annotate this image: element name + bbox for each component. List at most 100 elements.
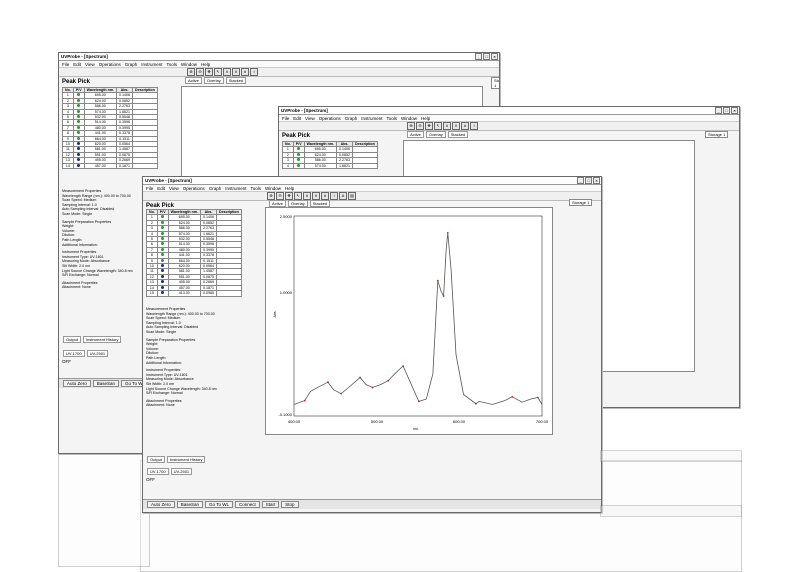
scale-icon[interactable]: ↕	[470, 122, 478, 130]
table-row[interactable]: 15 413.00 0.0965	[146, 290, 242, 297]
tab-active[interactable]: Active	[185, 77, 202, 84]
cursor-icon[interactable]: ↖	[214, 68, 222, 76]
zoom-icon[interactable]: ⊕	[407, 122, 415, 130]
valley-icon[interactable]: ∨	[232, 68, 240, 76]
column-header[interactable]: Wavelength nm.	[303, 141, 338, 148]
maximize-button[interactable]: □	[723, 107, 730, 114]
menu-file[interactable]: File	[146, 186, 153, 191]
menu-graph[interactable]: Graph	[209, 186, 222, 191]
minimize-button[interactable]: _	[577, 177, 584, 184]
table-row[interactable]: 4 574.00 1.6621	[282, 162, 378, 170]
menu-file[interactable]: File	[282, 116, 289, 121]
auto-zero-button[interactable]: Auto Zero	[63, 380, 91, 387]
print-icon[interactable]: ▤	[348, 192, 356, 200]
menu-edit[interactable]: Edit	[73, 62, 81, 67]
menu-tools[interactable]: Tools	[251, 186, 262, 191]
menu-operations[interactable]: Operations	[99, 62, 121, 67]
wavelength-cell: 413.00	[167, 290, 202, 297]
basesan-button[interactable]: BaseSan	[92, 380, 120, 387]
minimize-button[interactable]: _	[475, 53, 482, 60]
maximize-button[interactable]: □	[483, 53, 490, 60]
menu-graph[interactable]: Graph	[345, 116, 358, 121]
tab-stacked[interactable]: Stacked	[309, 200, 331, 207]
tab-overlay[interactable]: Overlay	[425, 131, 446, 138]
tab-uv1700[interactable]: UV-1700	[147, 468, 169, 475]
zoom-icon[interactable]: ⊕	[187, 68, 195, 76]
menu-window[interactable]: Window	[401, 116, 417, 121]
storage-button[interactable]: Storage 1	[491, 77, 499, 89]
scale-icon[interactable]: ↕	[250, 68, 258, 76]
valley-dot-icon	[72, 162, 85, 170]
column-header[interactable]: Description	[216, 209, 242, 216]
menu-tools[interactable]: Tools	[387, 116, 398, 121]
cursor-icon[interactable]: ↖	[434, 122, 442, 130]
zoom-out-icon[interactable]: ⊖	[416, 122, 424, 130]
tab-instrument-history[interactable]: Instrument History	[83, 336, 122, 343]
close-button[interactable]: ×	[731, 107, 738, 114]
menu-view[interactable]: View	[305, 116, 315, 121]
spectrum-graph[interactable]: 2.5000 1.0000 -0.1000 400.00 500.00 600.…	[265, 207, 553, 435]
menu-help[interactable]: Help	[201, 62, 210, 67]
start-button[interactable]: Start	[261, 501, 280, 508]
table-row[interactable]: 14 457.00 0.1871	[62, 162, 158, 170]
tab-stacked[interactable]: Stacked	[225, 77, 247, 84]
column-header[interactable]: Wavelength nm.	[83, 87, 118, 94]
column-header[interactable]: Description	[352, 141, 378, 148]
tab-overlay[interactable]: Overlay	[203, 77, 224, 84]
grid-icon[interactable]: #	[461, 122, 469, 130]
storage-button[interactable]: Storage 1	[569, 199, 593, 206]
menu-help[interactable]: Help	[421, 116, 430, 121]
grid-icon[interactable]: #	[241, 68, 249, 76]
peak-icon[interactable]: ∧	[223, 68, 231, 76]
spectrum-chart[interactable]: 2.5000 1.0000 -0.1000 400.00 500.00 600.…	[266, 208, 552, 434]
menu-window[interactable]: Window	[265, 186, 281, 191]
menu-help[interactable]: Help	[285, 186, 294, 191]
menu-instrument[interactable]: Instrument	[225, 186, 246, 191]
ghost-toolbar	[600, 505, 742, 517]
valley-icon[interactable]: ∨	[452, 122, 460, 130]
minimize-button[interactable]: _	[715, 107, 722, 114]
close-button[interactable]: ×	[491, 53, 498, 60]
tab-instrument-history[interactable]: Instrument History	[167, 456, 206, 463]
stop-button[interactable]: Stop	[281, 501, 299, 508]
zoom-out-icon[interactable]: ⊖	[196, 68, 204, 76]
tab-overlay[interactable]: Overlay	[287, 200, 308, 207]
column-header[interactable]: Description	[132, 87, 158, 94]
tab-active[interactable]: Active	[407, 131, 424, 138]
menu-graph[interactable]: Graph	[125, 62, 138, 67]
x-tick-label: 700.00	[536, 419, 549, 424]
tab-uv2501[interactable]: UV-2501	[170, 468, 193, 475]
tab-uv1700[interactable]: UV-1700	[63, 350, 85, 357]
peak-icon[interactable]: ∧	[443, 122, 451, 130]
auto-zero-button[interactable]: Auto Zero	[147, 501, 175, 508]
close-button[interactable]: ×	[593, 177, 600, 184]
menu-tools[interactable]: Tools	[167, 62, 178, 67]
menu-instrument[interactable]: Instrument	[141, 62, 162, 67]
menu-instrument[interactable]: Instrument	[361, 116, 382, 121]
menu-file[interactable]: File	[62, 62, 69, 67]
properties-panel-front: Measurement Properties Wavelength Range …	[143, 307, 264, 408]
menu-view[interactable]: View	[85, 62, 95, 67]
label-icon[interactable]: A	[339, 192, 347, 200]
maximize-button[interactable]: □	[585, 177, 592, 184]
menu-window[interactable]: Window	[181, 62, 197, 67]
tab-active[interactable]: Active	[269, 200, 286, 207]
ghost-toolbar	[600, 450, 742, 462]
basesan-button[interactable]: BaseSan	[176, 501, 204, 508]
pan-icon[interactable]: ✥	[425, 122, 433, 130]
menu-operations[interactable]: Operations	[183, 186, 205, 191]
valley-marker	[371, 386, 374, 389]
tab-stacked[interactable]: Stacked	[447, 131, 469, 138]
tab-output[interactable]: Output	[147, 456, 166, 463]
storage-button[interactable]: Storage 1	[705, 131, 729, 138]
menu-edit[interactable]: Edit	[157, 186, 165, 191]
menu-view[interactable]: View	[169, 186, 179, 191]
goto-wl-button[interactable]: Go To WL	[205, 501, 233, 508]
pan-icon[interactable]: ✥	[205, 68, 213, 76]
column-header[interactable]: Wavelength nm.	[167, 209, 202, 216]
connect-button[interactable]: Connect	[234, 501, 260, 508]
tab-uv2501[interactable]: UV-2501	[86, 350, 109, 357]
tab-output[interactable]: Output	[63, 336, 82, 343]
menu-operations[interactable]: Operations	[319, 116, 341, 121]
menu-edit[interactable]: Edit	[293, 116, 301, 121]
